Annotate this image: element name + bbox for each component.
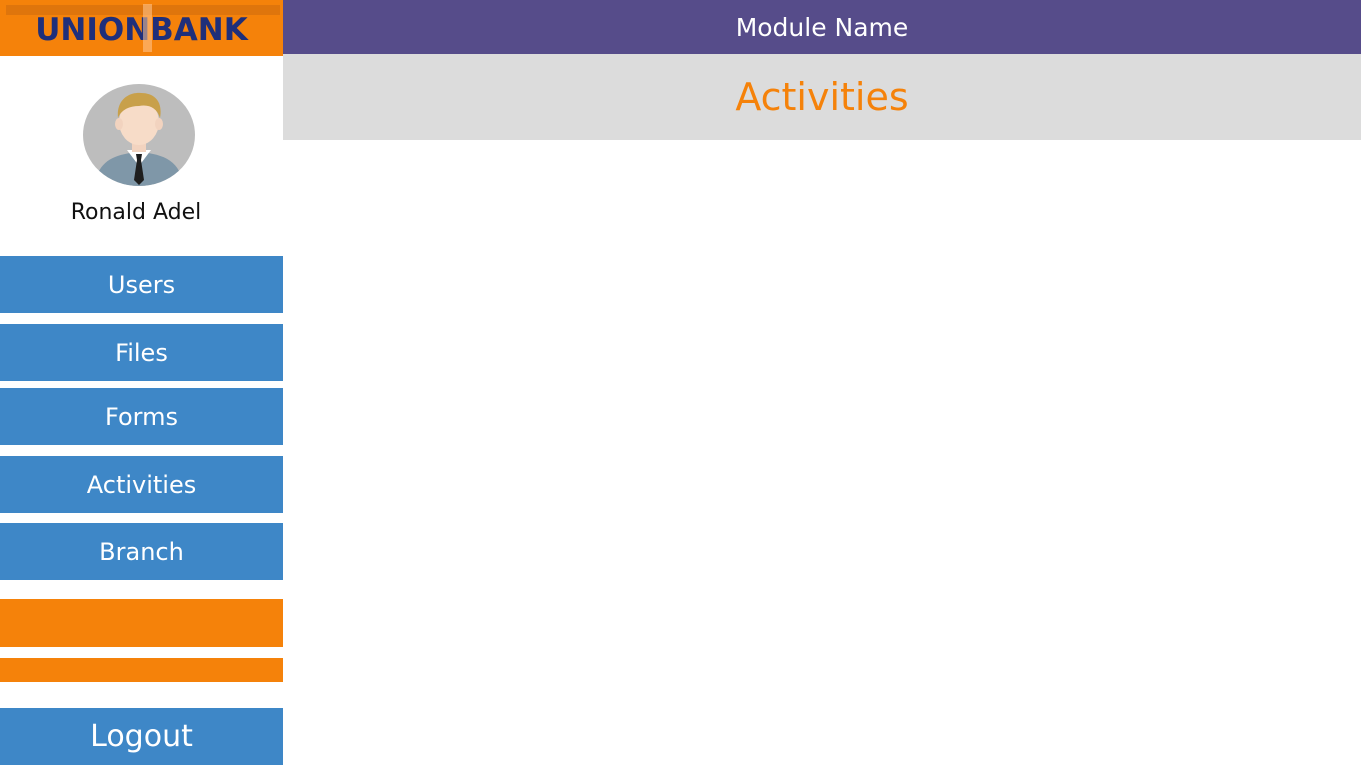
unionbank-logo: UNIONBANK	[0, 0, 283, 56]
sidebar-item-branch[interactable]: Branch	[0, 523, 283, 580]
sidebar-item-activities[interactable]: Activities	[0, 456, 283, 513]
user-name: Ronald Adel	[70, 200, 202, 225]
page-title: Activities	[735, 75, 909, 119]
logout-button[interactable]: Logout	[0, 708, 283, 765]
sidebar-item-users[interactable]: Users	[0, 256, 283, 313]
logo-text: UNIONBANK	[35, 12, 248, 48]
logo-bar	[143, 4, 152, 52]
main-content	[283, 140, 1361, 765]
page-header: Activities	[283, 54, 1361, 140]
module-name: Module Name	[735, 12, 909, 42]
module-header: Module Name	[283, 0, 1361, 54]
sidebar-item-forms[interactable]: Forms	[0, 388, 283, 445]
accent-strip	[0, 658, 283, 682]
user-avatar-icon	[83, 84, 195, 186]
accent-block	[0, 599, 283, 647]
sidebar: UNIONBANK Ronald Adel Users Files Forms …	[0, 0, 283, 765]
sidebar-item-files[interactable]: Files	[0, 324, 283, 381]
